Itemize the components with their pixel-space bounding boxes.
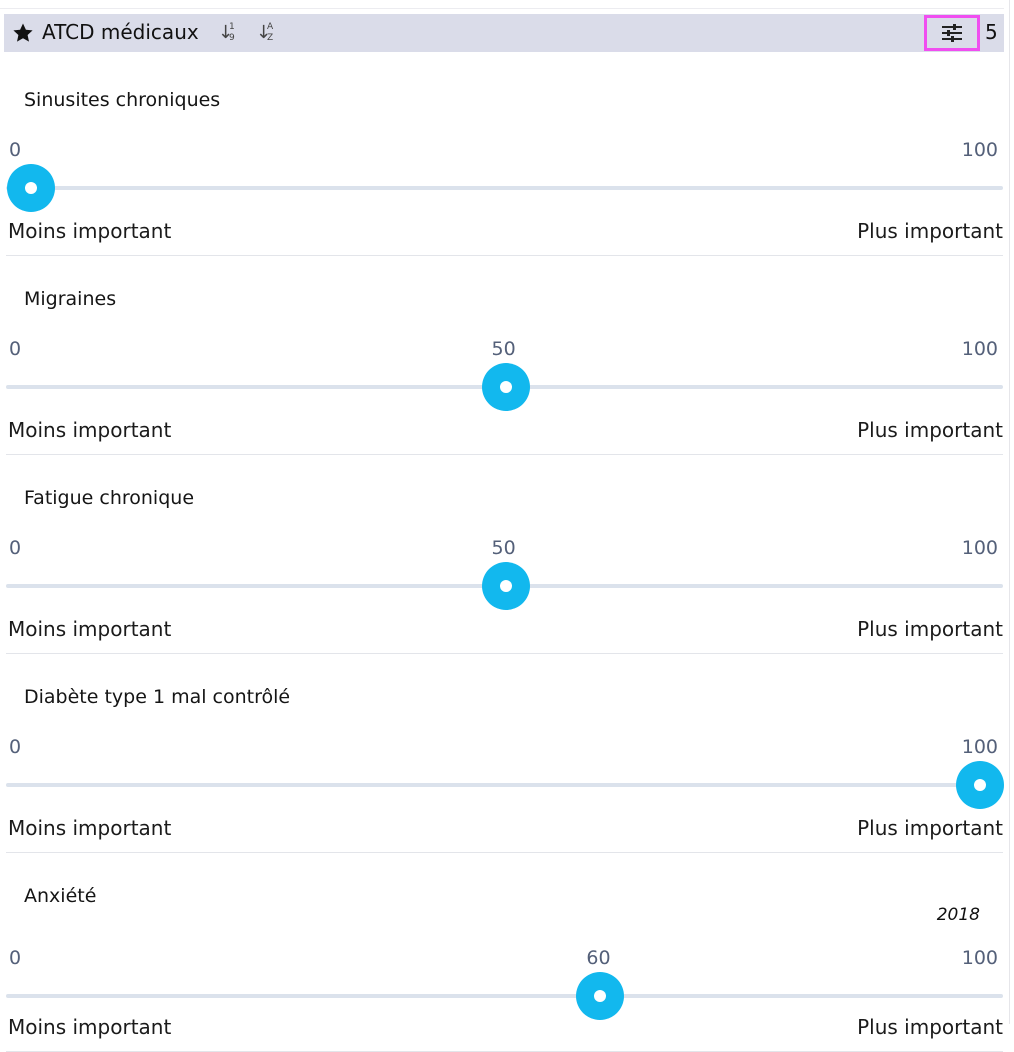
- less-important-label: Moins important: [8, 617, 172, 641]
- scale-min-label: 0: [9, 338, 22, 360]
- slider-thumb[interactable]: [481, 363, 530, 411]
- slider-track[interactable]: [6, 186, 1003, 190]
- scroll-rail: [1009, 0, 1010, 1024]
- less-important-label: Moins important: [8, 816, 172, 840]
- item-divider: [6, 454, 1003, 455]
- slider-item: Diabète type 1 mal contrôlé 0 100 Moins imp…: [0, 655, 1004, 853]
- slider-thumb[interactable]: [576, 972, 625, 1020]
- slider-value-label: 50: [491, 537, 516, 559]
- more-important-label: Plus important: [857, 418, 1003, 442]
- scale-max-label: 100: [961, 139, 998, 161]
- slider-item: Anxiété 2018 0 100 Moins important Plus impor…: [0, 854, 1004, 1052]
- more-important-label: Plus important: [857, 816, 1003, 840]
- slider-thumb-dot: [594, 990, 607, 1002]
- item-label: Fatigue chronique: [24, 487, 195, 509]
- item-divider: [6, 255, 1003, 256]
- item-label: Diabète type 1 mal contrôlé: [24, 686, 291, 708]
- sort-numeric-icon[interactable]: ↓ 1 9: [216, 21, 242, 47]
- top-divider: [0, 8, 1004, 9]
- item-divider: [6, 653, 1003, 654]
- slider-thumb-dot: [499, 381, 512, 393]
- less-important-label: Moins important: [8, 1015, 172, 1039]
- more-important-label: Plus important: [857, 617, 1003, 641]
- scale-min-label: 0: [9, 537, 22, 559]
- scale-min-label: 0: [9, 947, 22, 969]
- slider-item: Migraines 0 100 Moins important Plus importa…: [0, 257, 1004, 455]
- scale-max-label: 100: [961, 338, 998, 360]
- item-divider: [6, 852, 1003, 853]
- slider-value-label: 60: [586, 947, 611, 969]
- item-label: Anxiété: [24, 885, 97, 907]
- slider-thumb-dot: [499, 580, 512, 592]
- scale-max-label: 100: [961, 736, 998, 758]
- slider-thumb-dot: [974, 779, 986, 791]
- item-note: 2018: [936, 905, 980, 925]
- scale-max-label: 100: [961, 947, 998, 969]
- scale-max-label: 100: [961, 537, 998, 559]
- sort-alpha-icon[interactable]: ↓ A Z: [254, 21, 280, 47]
- slider-track[interactable]: [6, 783, 1003, 787]
- filter-settings-button[interactable]: [924, 15, 980, 51]
- sort-alpha-top: A: [267, 22, 274, 32]
- scale-min-label: 0: [9, 139, 22, 161]
- star-icon[interactable]: [11, 21, 35, 45]
- slider-item: Fatigue chronique 0 100 Moins important Plus…: [0, 456, 1004, 654]
- slider-item: Sinusites chroniques 0 100 Moins important P…: [0, 58, 1004, 256]
- item-label: Sinusites chroniques: [24, 89, 221, 111]
- scale-min-label: 0: [9, 736, 22, 758]
- slider-thumb[interactable]: [956, 761, 1004, 809]
- slider-value-label: 50: [491, 338, 516, 360]
- item-label: Migraines: [24, 288, 117, 310]
- slider-thumb[interactable]: [7, 164, 55, 212]
- less-important-label: Moins important: [8, 418, 172, 442]
- sort-alpha-bottom: Z: [267, 33, 274, 43]
- more-important-label: Plus important: [857, 219, 1003, 243]
- slider-thumb-dot: [25, 182, 37, 194]
- sort-numeric-bottom: 9: [229, 33, 235, 43]
- slider-track[interactable]: [6, 994, 1003, 998]
- sort-numeric-top: 1: [229, 22, 235, 32]
- sliders-icon: [942, 24, 962, 42]
- item-count: 5: [985, 20, 998, 44]
- less-important-label: Moins important: [8, 219, 172, 243]
- section-header: ATCD médicaux ↓ 1 9 ↓ A Z 5: [4, 14, 1004, 52]
- more-important-label: Plus important: [857, 1015, 1003, 1039]
- section-title: ATCD médicaux: [42, 20, 199, 44]
- slider-thumb[interactable]: [481, 562, 530, 610]
